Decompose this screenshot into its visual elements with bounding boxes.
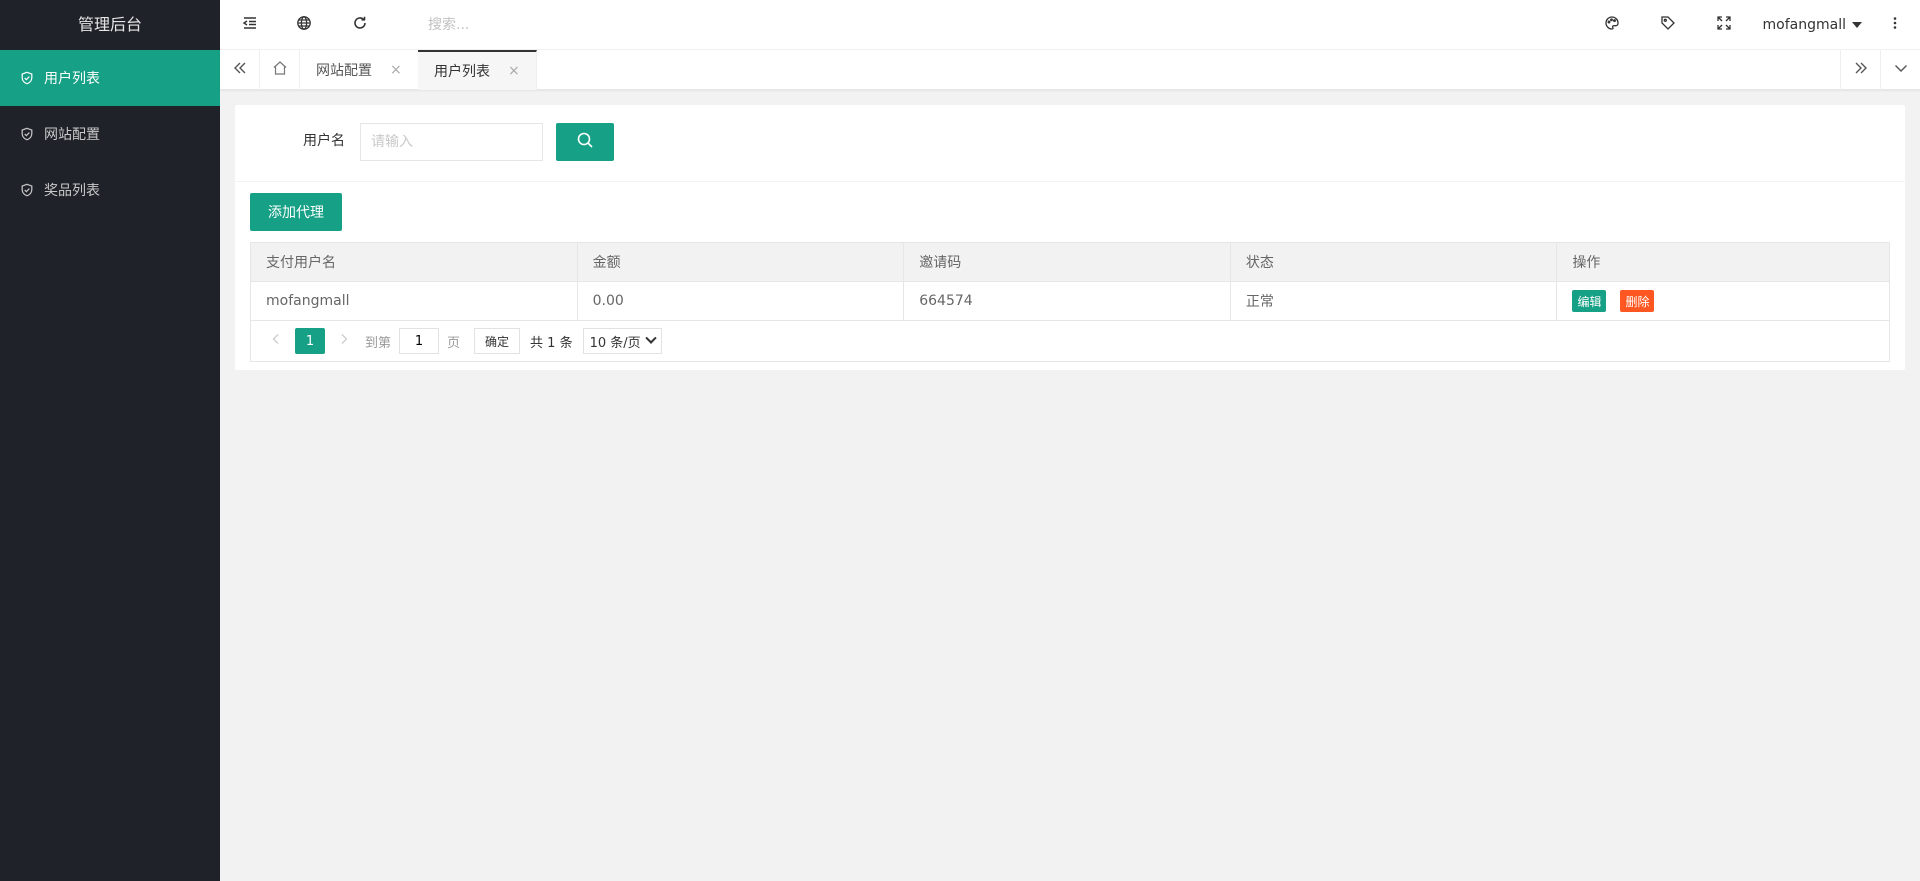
indent-icon bbox=[242, 15, 258, 35]
sidebar-item-label: 网站配置 bbox=[44, 127, 100, 143]
delete-button[interactable]: 删除 bbox=[1620, 290, 1655, 312]
chevron-right-icon bbox=[338, 333, 350, 349]
theme-button[interactable] bbox=[1584, 0, 1640, 50]
note-button[interactable] bbox=[1640, 0, 1696, 50]
menu-toggle-button[interactable] bbox=[222, 0, 278, 50]
refresh-button[interactable] bbox=[332, 0, 388, 50]
page-size-select[interactable]: 10 条/页 bbox=[582, 328, 662, 354]
more-button[interactable] bbox=[1870, 0, 1920, 50]
goto-confirm-button[interactable]: 确定 bbox=[474, 328, 521, 354]
close-icon[interactable]: × bbox=[390, 62, 402, 78]
column-header: 状态 bbox=[1231, 243, 1558, 281]
sidebar: 管理后台 用户列表 网站配置 奖品列表 bbox=[0, 0, 220, 881]
tabs-dropdown-button[interactable] bbox=[1880, 50, 1920, 90]
chevron-left-icon bbox=[270, 333, 282, 349]
chevron-down-icon bbox=[644, 332, 657, 344]
tab-home[interactable] bbox=[260, 50, 300, 90]
more-vertical-icon bbox=[1887, 15, 1903, 35]
close-icon[interactable]: × bbox=[508, 63, 520, 79]
top-header: mofangmall bbox=[220, 0, 1920, 50]
tab-user-list[interactable]: 用户列表 × bbox=[418, 50, 537, 90]
column-header: 操作 bbox=[1572, 255, 1601, 271]
app-logo-title: 管理后台 bbox=[77, 15, 142, 34]
cell-actions: 编辑 删除 bbox=[1557, 282, 1889, 320]
table-header-row: 支付用户名 金额 邀请码 状态 操作 bbox=[251, 243, 1889, 282]
double-chevron-left-icon bbox=[232, 60, 248, 80]
cell-amount: 0.00 bbox=[578, 282, 905, 320]
search-icon bbox=[576, 131, 594, 153]
pagination: 1 到第 页 确定 共 1 条 10 条/页 bbox=[251, 321, 1889, 361]
palette-icon bbox=[1604, 15, 1620, 35]
sidebar-item-prize-list[interactable]: 奖品列表 bbox=[0, 162, 220, 218]
tab-site-config[interactable]: 网站配置 × bbox=[300, 50, 419, 90]
sidebar-item-label: 奖品列表 bbox=[44, 183, 100, 199]
filter-form: 用户名 bbox=[235, 105, 1905, 182]
tab-label: 网站配置 bbox=[316, 63, 372, 79]
page-size-value: 10 条/页 bbox=[589, 335, 641, 351]
edit-button[interactable]: 编辑 bbox=[1572, 290, 1607, 312]
tabs-scroll-left-button[interactable] bbox=[220, 50, 260, 90]
total-count: 共 1 条 bbox=[530, 335, 573, 351]
page-tabs-bar: 网站配置 × 用户列表 × bbox=[220, 50, 1920, 90]
sidebar-item-site-config[interactable]: 网站配置 bbox=[0, 106, 220, 162]
tag-icon bbox=[1660, 15, 1676, 35]
shield-check-icon bbox=[20, 183, 34, 197]
next-page-button[interactable] bbox=[331, 328, 357, 354]
tab-label: 用户列表 bbox=[434, 64, 490, 80]
content-card: 用户名 添加代理 支付用户名 金额 邀请码 状态 操作 mofangmall 0… bbox=[235, 105, 1905, 370]
username-label: mofangmall bbox=[1762, 17, 1846, 33]
fullscreen-icon bbox=[1716, 15, 1732, 35]
global-search-input[interactable] bbox=[428, 13, 628, 37]
table-row: mofangmall 0.00 664574 正常 编辑 删除 bbox=[251, 282, 1889, 321]
column-header: 邀请码 bbox=[904, 243, 1231, 281]
current-page[interactable]: 1 bbox=[295, 328, 325, 354]
caret-down-icon bbox=[1852, 22, 1862, 28]
home-icon bbox=[272, 60, 288, 80]
goto-label: 到第 bbox=[365, 335, 392, 351]
username-filter-input[interactable] bbox=[360, 123, 543, 161]
double-chevron-right-icon bbox=[1853, 60, 1869, 80]
page-unit-label: 页 bbox=[447, 335, 461, 351]
cell-username: mofangmall bbox=[251, 282, 578, 320]
data-table: 支付用户名 金额 邀请码 状态 操作 mofangmall 0.00 66457… bbox=[250, 242, 1890, 362]
fullscreen-button[interactable] bbox=[1696, 0, 1752, 50]
sidebar-item-user-list[interactable]: 用户列表 bbox=[0, 50, 220, 106]
shield-check-icon bbox=[20, 127, 34, 141]
chevron-down-icon bbox=[1893, 60, 1909, 80]
cell-status: 正常 bbox=[1231, 282, 1558, 320]
cell-invite-code: 664574 bbox=[904, 282, 1231, 320]
website-button[interactable] bbox=[276, 0, 332, 50]
globe-icon bbox=[296, 15, 312, 35]
goto-page-input[interactable] bbox=[399, 328, 440, 354]
column-header: 支付用户名 bbox=[251, 243, 578, 281]
column-header: 金额 bbox=[578, 243, 905, 281]
add-agent-button[interactable]: 添加代理 bbox=[250, 193, 342, 231]
username-filter-label: 用户名 bbox=[303, 133, 345, 149]
refresh-icon bbox=[352, 15, 368, 35]
search-button[interactable] bbox=[556, 123, 614, 161]
prev-page-button[interactable] bbox=[263, 328, 289, 354]
sidebar-item-label: 用户列表 bbox=[44, 71, 100, 87]
tabs-scroll-right-button[interactable] bbox=[1840, 50, 1880, 90]
user-menu[interactable]: mofangmall bbox=[1763, 0, 1862, 50]
shield-check-icon bbox=[20, 71, 34, 85]
